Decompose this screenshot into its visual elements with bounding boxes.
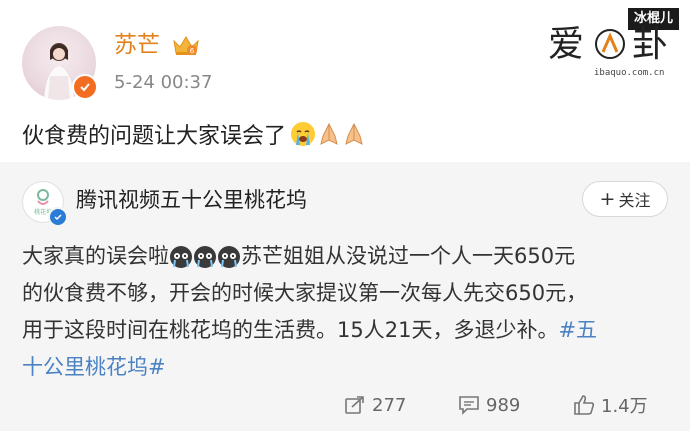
retweet-text-part: 的伙食费不够，开会的时候大家提议第一次每人先交650元， <box>22 281 588 305</box>
folded-hands-icon <box>345 122 363 145</box>
verified-badge-icon <box>72 74 98 100</box>
retweet-text-part: 苏芒姐姐从没说过一个人一天650元 <box>241 244 576 268</box>
repost-button[interactable]: 277 <box>344 390 406 420</box>
retweet-line-4: 十公里桃花坞# <box>22 349 670 386</box>
svg-text:卦: 卦 <box>632 24 668 64</box>
plus-icon: + <box>599 188 616 210</box>
post-text-content: 伙食费的问题让大家误会了 <box>22 124 287 149</box>
retweet-text: 大家真的误会啦 苏芒姐姐从没说过一个人一天650元 的伙食费不够，开会的时候大家… <box>22 238 670 386</box>
svg-text:6: 6 <box>190 47 195 55</box>
hashtag-link[interactable]: 十公里桃花坞# <box>22 349 166 386</box>
follow-button[interactable]: + 关注 <box>582 181 668 217</box>
watermark-url: ibaquo.com.cn <box>594 68 665 78</box>
retweet-text-part: 用于这段时间在桃花坞的生活费。15人21天，多退少补。 <box>22 318 559 342</box>
dizzy-crying-face-icon <box>170 245 192 268</box>
crying-face-icon <box>291 122 316 146</box>
username[interactable]: 苏芒 <box>114 30 160 60</box>
watermark-logo: 爱 卦 <box>548 18 678 72</box>
like-button[interactable]: 1.4万 <box>573 390 648 420</box>
source-account-name[interactable]: 腾讯视频五十公里桃花坞 <box>76 184 307 214</box>
crown-badge-icon[interactable]: 6 <box>172 33 200 61</box>
svg-text:爱: 爱 <box>548 24 584 64</box>
post-time: 5-24 00:37 <box>114 72 213 93</box>
retweet-line-1: 大家真的误会啦 苏芒姐姐从没说过一个人一天650元 <box>22 238 670 275</box>
post-emoji-row <box>290 121 366 147</box>
dizzy-crying-face-icon <box>218 245 240 268</box>
source-verified-icon <box>48 207 68 227</box>
retweet-text-part: 大家真的误会啦 <box>22 244 169 268</box>
repost-icon <box>345 396 364 414</box>
repost-count: 277 <box>372 394 407 416</box>
like-count: 1.4万 <box>601 396 648 417</box>
comment-icon <box>459 396 479 415</box>
dizzy-crying-face-icon <box>194 245 216 268</box>
comment-count: 989 <box>486 394 521 416</box>
thumbs-up-icon <box>574 395 595 415</box>
hashtag-link[interactable]: #五 <box>558 312 597 349</box>
post-text: 伙食费的问题让大家误会了 <box>22 118 366 150</box>
action-bar: 277 989 1.4万 <box>0 390 690 420</box>
folded-hands-icon <box>320 122 338 145</box>
retweet-line-3: 用于这段时间在桃花坞的生活费。15人21天，多退少补。 #五 <box>22 312 670 349</box>
follow-label: 关注 <box>618 191 651 210</box>
retweet-line-2: 的伙食费不够，开会的时候大家提议第一次每人先交650元， <box>22 275 670 312</box>
comment-button[interactable]: 989 <box>458 390 520 420</box>
